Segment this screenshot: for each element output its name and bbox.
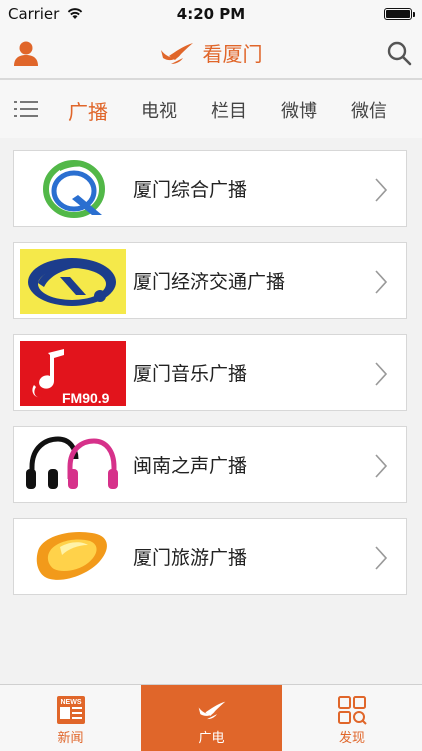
station-item-xiamen-traffic[interactable]: 厦门经济交通广播: [13, 242, 407, 319]
xiamen-travel-logo: [20, 525, 126, 590]
status-bar: Carrier 4:20 PM: [0, 0, 422, 28]
chevron-right-icon: [375, 362, 388, 386]
bottom-tab-bar: NEWS 新闻 广电 发现: [0, 684, 422, 751]
battery-icon: [384, 8, 415, 20]
clock: 4:20 PM: [176, 5, 246, 23]
xiamen-music-logo: FM90.9: [20, 341, 126, 406]
news-icon-text: NEWS: [60, 699, 81, 706]
station-item-minnan-voice[interactable]: 闽南之声广播: [13, 426, 407, 503]
tab-discover[interactable]: 发现: [282, 685, 422, 751]
chevron-right-icon: [375, 546, 388, 570]
brand-name: 看厦门: [202, 42, 263, 66]
tab-discover-label: 发现: [338, 731, 365, 746]
tab-weibo[interactable]: 微博: [281, 97, 317, 123]
tab-broadcast-label: 广电: [198, 731, 225, 746]
xiamen-comprehensive-logo: [20, 157, 126, 222]
station-item-xiamen-music[interactable]: FM90.9 厦门音乐广播: [13, 334, 407, 411]
list-menu-icon[interactable]: [14, 99, 38, 119]
news-icon: NEWS: [56, 696, 85, 724]
swallow-logo-icon: [198, 701, 225, 720]
music-logo-text: FM90.9: [62, 390, 110, 406]
station-name: 闽南之声广播: [133, 455, 248, 477]
station-item-xiamen-comprehensive[interactable]: 厦门综合广播: [13, 150, 407, 227]
station-name: 厦门综合广播: [133, 179, 248, 201]
app-header: 看厦门: [0, 28, 422, 80]
category-tabs: 广播 电视 栏目 微博 微信: [0, 80, 422, 138]
station-name: 厦门音乐广播: [133, 363, 248, 385]
station-item-xiamen-travel[interactable]: 厦门旅游广播: [13, 518, 407, 595]
tab-broadcast[interactable]: 广电: [141, 685, 282, 751]
station-name: 厦门旅游广播: [133, 547, 248, 569]
search-icon[interactable]: [386, 40, 412, 66]
tab-tv[interactable]: 电视: [141, 97, 177, 123]
tab-columns[interactable]: 栏目: [211, 97, 247, 123]
station-name: 厦门经济交通广播: [133, 271, 286, 293]
chevron-right-icon: [375, 454, 388, 478]
swallow-logo-icon: [161, 42, 194, 64]
tab-wechat[interactable]: 微信: [351, 97, 387, 123]
brand: 看厦门: [0, 38, 422, 68]
minnan-headphones-logo: [20, 433, 126, 498]
tab-news[interactable]: NEWS 新闻: [0, 685, 141, 751]
tab-news-label: 新闻: [57, 731, 84, 746]
chevron-right-icon: [375, 270, 388, 294]
chevron-right-icon: [375, 178, 388, 202]
xiamen-traffic-logo: [20, 249, 126, 314]
discover-grid-icon: [338, 696, 367, 725]
tab-radio[interactable]: 广播: [68, 96, 108, 125]
